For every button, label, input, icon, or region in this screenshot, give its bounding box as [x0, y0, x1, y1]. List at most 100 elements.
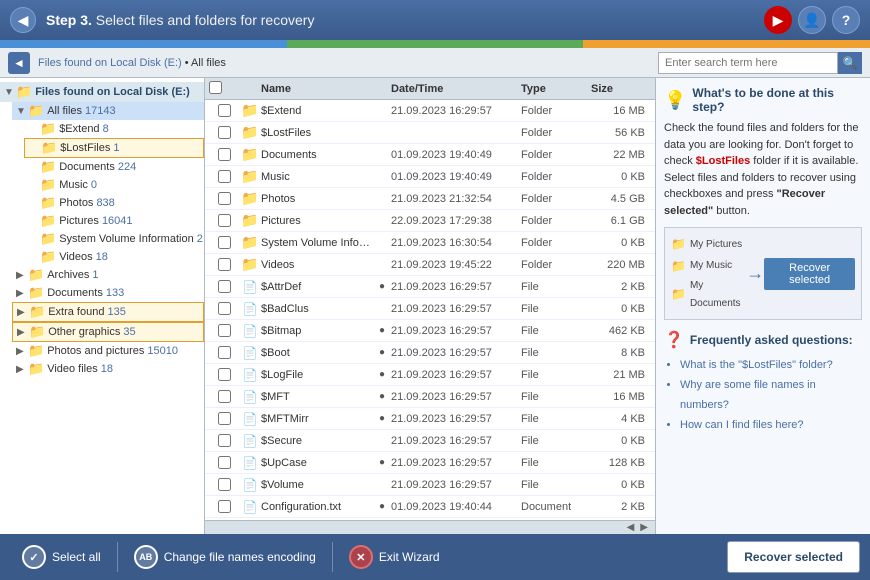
sidebar-item-pictures-sub[interactable]: 📁 Pictures 16041 [24, 212, 204, 230]
row-size: 2 KB [591, 501, 651, 513]
row-checkbox[interactable] [218, 258, 231, 271]
folder-icon-row: 📁 [241, 146, 258, 163]
row-checkbox[interactable] [218, 192, 231, 205]
tree-label-extrafound: Extra found [48, 306, 104, 318]
row-icon-cell: 📁 [239, 146, 261, 163]
row-date: 21.09.2023 16:29:57 [391, 457, 521, 469]
row-checkbox[interactable] [218, 390, 231, 403]
header-checkbox[interactable] [209, 81, 222, 94]
row-checkbox[interactable] [218, 148, 231, 161]
sidebar-item-lostfiles[interactable]: 📁 $LostFiles 1 [24, 138, 204, 158]
faq-item-1[interactable]: What is the "$LostFiles" folder? [680, 356, 862, 376]
row-name: Documents [261, 149, 379, 161]
sidebar-item-photos-sub[interactable]: 📁 Photos 838 [24, 194, 204, 212]
row-dot: ● [379, 369, 391, 380]
tree-label-lostfiles: $LostFiles [60, 142, 110, 154]
table-row: 📄 $Boot ● 21.09.2023 16:29:57 File 8 KB [205, 342, 655, 364]
row-size: 0 KB [591, 237, 651, 249]
left-panel: ▼ 📁 Files found on Local Disk (E:) ▼ 📁 A… [0, 78, 205, 534]
bottom-bar: ✓ Select all AB Change file names encodi… [0, 534, 870, 580]
folder-icon-videos-sub: 📁 [40, 249, 56, 265]
sidebar-item-documents-sub[interactable]: 📁 Documents 224 [24, 158, 204, 176]
row-checkbox[interactable] [218, 346, 231, 359]
sidebar-item-othergraphics[interactable]: ▶ 📁 Other graphics 35 [12, 322, 204, 342]
row-size: 16 MB [591, 105, 651, 117]
search-input[interactable] [658, 52, 838, 74]
sidebar-item-documents[interactable]: ▶ 📁 Documents 133 [12, 284, 204, 302]
tree-label-archives: Archives [47, 269, 89, 281]
header-type: Type [521, 83, 591, 95]
diagram-recover-button[interactable]: Recover selected [764, 258, 855, 290]
table-row: 📁 System Volume Info… 21.09.2023 16:30:5… [205, 232, 655, 254]
faq-icon: ❓ [664, 330, 684, 350]
faq-item-3[interactable]: How can I find files here? [680, 416, 862, 436]
table-row: 📁 $LostFiles Folder 56 KB [205, 122, 655, 144]
sidebar-item-videofiles[interactable]: ▶ 📁 Video files 18 [12, 360, 204, 378]
search-area: 🔍 [658, 52, 862, 74]
tree-toggle-videofiles: ▶ [16, 364, 28, 375]
row-name: Videos [261, 259, 379, 271]
row-checkbox[interactable] [218, 478, 231, 491]
row-checkbox[interactable] [218, 434, 231, 447]
row-checkbox[interactable] [218, 236, 231, 249]
title-bar: ◀ Step 3. Select files and folders for r… [0, 0, 870, 40]
scroll-left-button[interactable]: ◀ [624, 522, 638, 533]
back-button[interactable]: ◀ [10, 7, 36, 33]
row-icon-cell: 📁 [239, 256, 261, 273]
row-type: Folder [521, 259, 591, 271]
row-checkbox[interactable] [218, 170, 231, 183]
row-checkbox-cell [209, 280, 239, 293]
tree-count-photospictures: 15010 [147, 345, 178, 357]
sidebar-item-extrafound[interactable]: ▶ 📁 Extra found 135 [12, 302, 204, 322]
row-name: $Secure [261, 435, 379, 447]
row-type: Folder [521, 127, 591, 139]
row-date: 21.09.2023 16:29:57 [391, 105, 521, 117]
header-date: Date/Time [391, 83, 521, 95]
row-checkbox[interactable] [218, 214, 231, 227]
sidebar-item-extend[interactable]: 📁 $Extend 8 [24, 120, 204, 138]
select-all-button[interactable]: ✓ Select all [10, 539, 113, 575]
row-checkbox[interactable] [218, 302, 231, 315]
row-checkbox[interactable] [218, 324, 231, 337]
faq-item-2[interactable]: Why are some file names in numbers? [680, 376, 862, 416]
row-icon-cell: 📁 [239, 234, 261, 251]
encoding-button[interactable]: AB Change file names encoding [122, 539, 328, 575]
breadcrumb-back-button[interactable]: ◄ [8, 52, 30, 74]
sidebar-item-music-sub[interactable]: 📁 Music 0 [24, 176, 204, 194]
sidebar-item-allfiles[interactable]: ▼ 📁 All files 17143 [12, 102, 204, 120]
row-date: 21.09.2023 21:32:54 [391, 193, 521, 205]
tree-toggle-root[interactable]: ▼ [4, 87, 16, 98]
diagram-items: 📁 My Pictures 📁 My Music 📁 My Documents [671, 234, 746, 313]
exit-button[interactable]: ✕ Exit Wizard [337, 539, 452, 575]
row-icon-cell: 📄 [239, 412, 261, 426]
help-button[interactable]: ? [832, 6, 860, 34]
faq-header: ❓ Frequently asked questions: [664, 330, 862, 350]
title-icons: ▶ 👤 ? [764, 6, 860, 34]
row-checkbox[interactable] [218, 500, 231, 513]
youtube-button[interactable]: ▶ [764, 6, 792, 34]
back-icon: ◀ [18, 12, 29, 29]
tree-count-music-sub: 0 [91, 179, 97, 191]
search-button[interactable]: 🔍 [838, 52, 862, 74]
bottom-divider-2 [332, 542, 333, 572]
user-button[interactable]: 👤 [798, 6, 826, 34]
sidebar-item-videos-sub[interactable]: 📁 Videos 18 [24, 248, 204, 266]
row-checkbox[interactable] [218, 126, 231, 139]
row-size: 8 KB [591, 347, 651, 359]
recover-selected-button[interactable]: Recover selected [727, 541, 860, 573]
sidebar-item-photospictures[interactable]: ▶ 📁 Photos and pictures 15010 [12, 342, 204, 360]
tree-label-videofiles: Video files [47, 363, 98, 375]
row-checkbox-cell [209, 170, 239, 183]
row-checkbox[interactable] [218, 368, 231, 381]
sidebar-item-archives[interactable]: ▶ 📁 Archives 1 [12, 266, 204, 284]
diagram-item-music: 📁 My Music [671, 256, 746, 278]
breadcrumb-root-link[interactable]: Files found on Local Disk (E:) [38, 57, 182, 69]
row-checkbox[interactable] [218, 104, 231, 117]
sidebar-item-sysvolinfo[interactable]: 📁 System Volume Information 2 [24, 230, 204, 248]
row-checkbox[interactable] [218, 280, 231, 293]
row-checkbox[interactable] [218, 456, 231, 469]
scroll-right-button[interactable]: ▶ [637, 522, 651, 533]
row-icon-cell: 📄 [239, 368, 261, 382]
row-checkbox[interactable] [218, 412, 231, 425]
row-date: 21.09.2023 16:29:57 [391, 325, 521, 337]
